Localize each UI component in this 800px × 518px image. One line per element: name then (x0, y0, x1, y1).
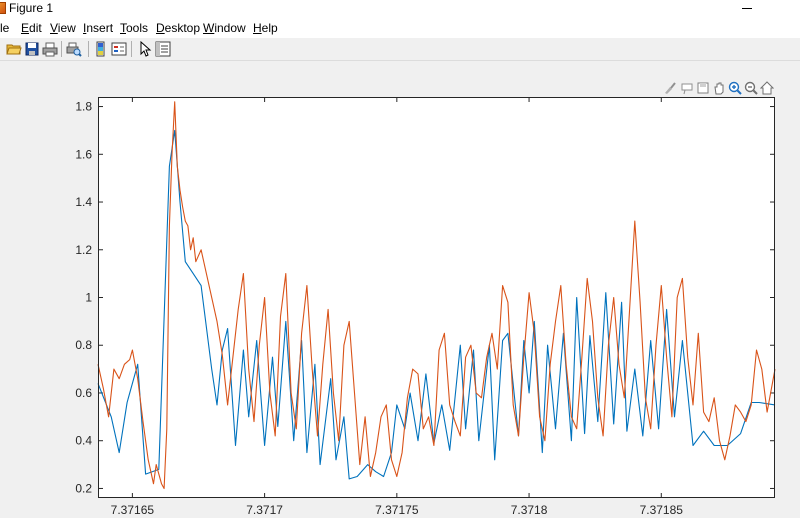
y-tick-label: 0.8 (75, 338, 92, 352)
plot-canvas: 7.37165 7.3717 7.37175 7.3718 7.37185 0.2 0.4 0… (75, 97, 776, 517)
y-tick-label: 1.4 (75, 195, 92, 209)
y-tick-label: 0.2 (75, 481, 92, 495)
y-tick-label: 0.6 (75, 386, 92, 400)
x-tick-label: 7.37185 (640, 503, 684, 517)
y-tick-label: 1.6 (75, 147, 92, 161)
y-tick-label: 0.4 (75, 434, 92, 448)
x-tick-label: 7.37165 (111, 503, 155, 517)
x-tick-label: 7.3717 (246, 503, 283, 517)
y-tick-label: 1 (85, 291, 92, 305)
y-tick-label: 1.8 (75, 100, 92, 114)
x-tick-label: 7.3718 (511, 503, 548, 517)
axes-area[interactable] (98, 97, 775, 498)
x-tick-label: 7.37175 (375, 503, 419, 517)
y-tick-label: 1.2 (75, 243, 92, 257)
